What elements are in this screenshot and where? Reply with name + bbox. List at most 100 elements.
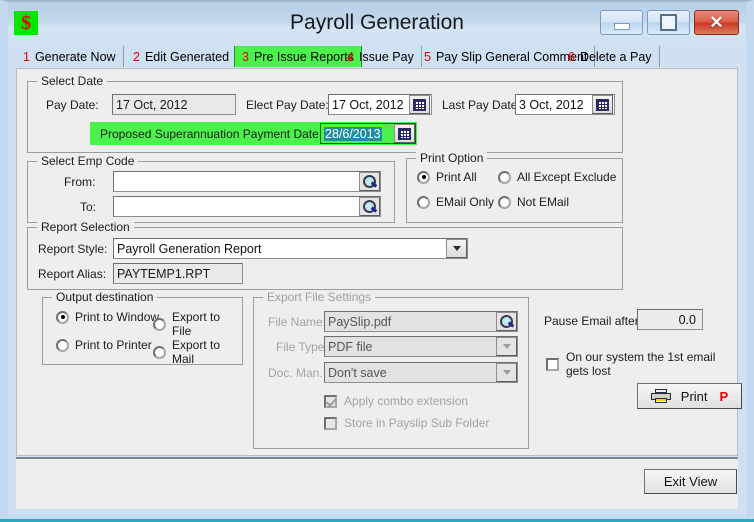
tab-number: 6 xyxy=(568,49,575,64)
search-icon xyxy=(499,314,515,329)
pause-email-label: Pause Email after: xyxy=(544,314,643,328)
search-icon xyxy=(362,174,378,189)
select-emp-code-group: Select Emp Code From: To: xyxy=(27,154,395,223)
minimize-icon xyxy=(613,23,630,30)
emp-to-label: To: xyxy=(80,200,97,214)
select-date-legend: Select Date xyxy=(37,74,108,88)
emp-to-search-button[interactable] xyxy=(359,197,380,216)
emp-to-input[interactable] xyxy=(113,196,381,217)
tab-number: 2 xyxy=(133,49,140,64)
chevron-down-icon xyxy=(502,370,511,375)
exit-view-label: Exit View xyxy=(663,474,718,489)
elect-pay-date-calendar-button[interactable] xyxy=(409,95,430,114)
checkbox-icon xyxy=(324,416,337,430)
pay-date-field: 17 Oct, 2012 xyxy=(112,94,236,115)
file-name-label: File Name: xyxy=(268,315,327,329)
radio-label: Print to Window xyxy=(75,310,160,324)
print-button-label: Print xyxy=(680,388,708,404)
checkbox-first-email-lost[interactable]: On our system the 1st email gets lost xyxy=(546,350,737,378)
chevron-down-icon xyxy=(452,246,461,251)
tab-label: Edit Generated xyxy=(144,49,230,64)
minimize-button[interactable] xyxy=(600,10,643,35)
radio-label: Export to File xyxy=(172,310,221,338)
doc-man-dropdown-button xyxy=(496,363,517,382)
checkbox-label: On our system the 1st email gets lost xyxy=(566,350,716,378)
report-style-combo[interactable]: Payroll Generation Report xyxy=(113,238,468,259)
chevron-down-icon xyxy=(502,344,511,349)
file-name-field: PaySlip.pdf xyxy=(324,311,518,332)
calendar-icon xyxy=(596,98,609,111)
last-pay-date-calendar-button[interactable] xyxy=(592,95,613,114)
file-type-dropdown-button xyxy=(496,337,517,356)
footer-bar: Exit View xyxy=(16,457,738,509)
emp-from-input[interactable] xyxy=(113,171,381,192)
export-file-settings-legend: Export File Settings xyxy=(263,290,376,304)
print-option-legend: Print Option xyxy=(416,151,488,165)
emp-from-search-button[interactable] xyxy=(359,172,380,191)
tab-number: 1 xyxy=(23,49,30,64)
radio-print-all[interactable]: Print All xyxy=(417,170,477,184)
checkbox-icon xyxy=(324,394,337,408)
maximize-button[interactable] xyxy=(647,10,690,35)
checkbox-store-in-payslip-sub-folder: Store in Payslip Sub Folder xyxy=(324,416,489,430)
file-type-label: File Type: xyxy=(276,340,328,354)
superannuation-label: Proposed Superannuation Payment Date: xyxy=(100,127,323,141)
file-type-combo: PDF file xyxy=(324,336,518,357)
close-button[interactable]: ✕ xyxy=(694,10,739,35)
report-alias-label: Report Alias: xyxy=(38,267,107,281)
radio-label: Export to Mail xyxy=(172,338,221,366)
checkbox-icon xyxy=(546,357,559,371)
print-button[interactable]: Print P xyxy=(637,383,742,409)
tab-generate-now[interactable]: 1 Generate Now xyxy=(16,46,124,67)
checkbox-label: Apply combo extension xyxy=(344,394,469,408)
maximize-icon xyxy=(660,14,677,31)
radio-print-to-printer[interactable]: Print to Printer xyxy=(56,338,152,352)
print-button-accelerator: P xyxy=(719,388,729,404)
export-file-settings-group: Export File Settings File Name: PaySlip.… xyxy=(253,290,529,449)
radio-print-to-window[interactable]: Print to Window xyxy=(56,310,159,324)
radio-label: Print All xyxy=(436,170,477,184)
checkbox-label: Store in Payslip Sub Folder xyxy=(344,416,490,430)
radio-not-email[interactable]: Not EMail xyxy=(498,195,569,209)
tab-issue-pay[interactable]: 4 Issue Pay xyxy=(340,46,422,67)
radio-icon xyxy=(498,195,511,209)
tab-label: Delete a Pay xyxy=(579,49,652,64)
radio-icon xyxy=(498,170,511,184)
report-style-dropdown-button[interactable] xyxy=(446,239,467,258)
radio-email-only[interactable]: EMail Only xyxy=(417,195,494,209)
tab-strip: 1 Generate Now 2 Edit Generated 3 Pre Is… xyxy=(16,46,738,68)
main-panel: Select Date Pay Date: 17 Oct, 2012 Elect… xyxy=(16,68,742,456)
radio-label: All Except Exclude xyxy=(517,170,617,184)
search-icon xyxy=(362,199,378,214)
tab-label: Issue Pay xyxy=(358,49,414,64)
doc-man-label: Doc. Man. xyxy=(268,366,323,380)
exit-view-button[interactable]: Exit View xyxy=(644,469,737,494)
output-destination-legend: Output destination xyxy=(52,290,158,304)
radio-icon xyxy=(417,170,430,184)
pause-email-input[interactable]: 0.0 xyxy=(637,309,703,330)
pay-date-label: Pay Date: xyxy=(46,98,99,112)
calendar-icon xyxy=(398,127,411,140)
calendar-icon xyxy=(413,98,426,111)
tab-number: 3 xyxy=(242,49,249,64)
tab-delete-a-pay[interactable]: 6 Delete a Pay xyxy=(561,46,660,67)
superannuation-calendar-button[interactable] xyxy=(394,124,415,143)
radio-label: Not EMail xyxy=(517,195,570,209)
radio-icon xyxy=(56,310,69,324)
tab-edit-generated[interactable]: 2 Edit Generated xyxy=(126,46,238,67)
last-pay-date-label: Last Pay Date: xyxy=(442,98,521,112)
radio-icon xyxy=(417,195,430,209)
radio-export-to-file[interactable]: Export to File xyxy=(153,310,242,338)
elect-pay-date-label: Elect Pay Date: xyxy=(246,98,329,112)
output-destination-group: Output destination Print to Window Expor… xyxy=(42,290,243,366)
radio-icon xyxy=(153,317,166,331)
tab-number: 4 xyxy=(347,49,354,64)
radio-all-except-exclude[interactable]: All Except Exclude xyxy=(498,170,616,184)
doc-man-combo: Don't save xyxy=(324,362,518,383)
radio-export-to-mail[interactable]: Export to Mail xyxy=(153,338,242,366)
report-alias-field: PAYTEMP1.RPT xyxy=(113,263,243,284)
print-option-group: Print Option Print All All Except Exclud… xyxy=(406,151,623,223)
window-controls: ✕ xyxy=(600,10,739,35)
printer-icon xyxy=(650,388,671,404)
title-bar: $ Payroll Generation ✕ xyxy=(8,2,746,44)
